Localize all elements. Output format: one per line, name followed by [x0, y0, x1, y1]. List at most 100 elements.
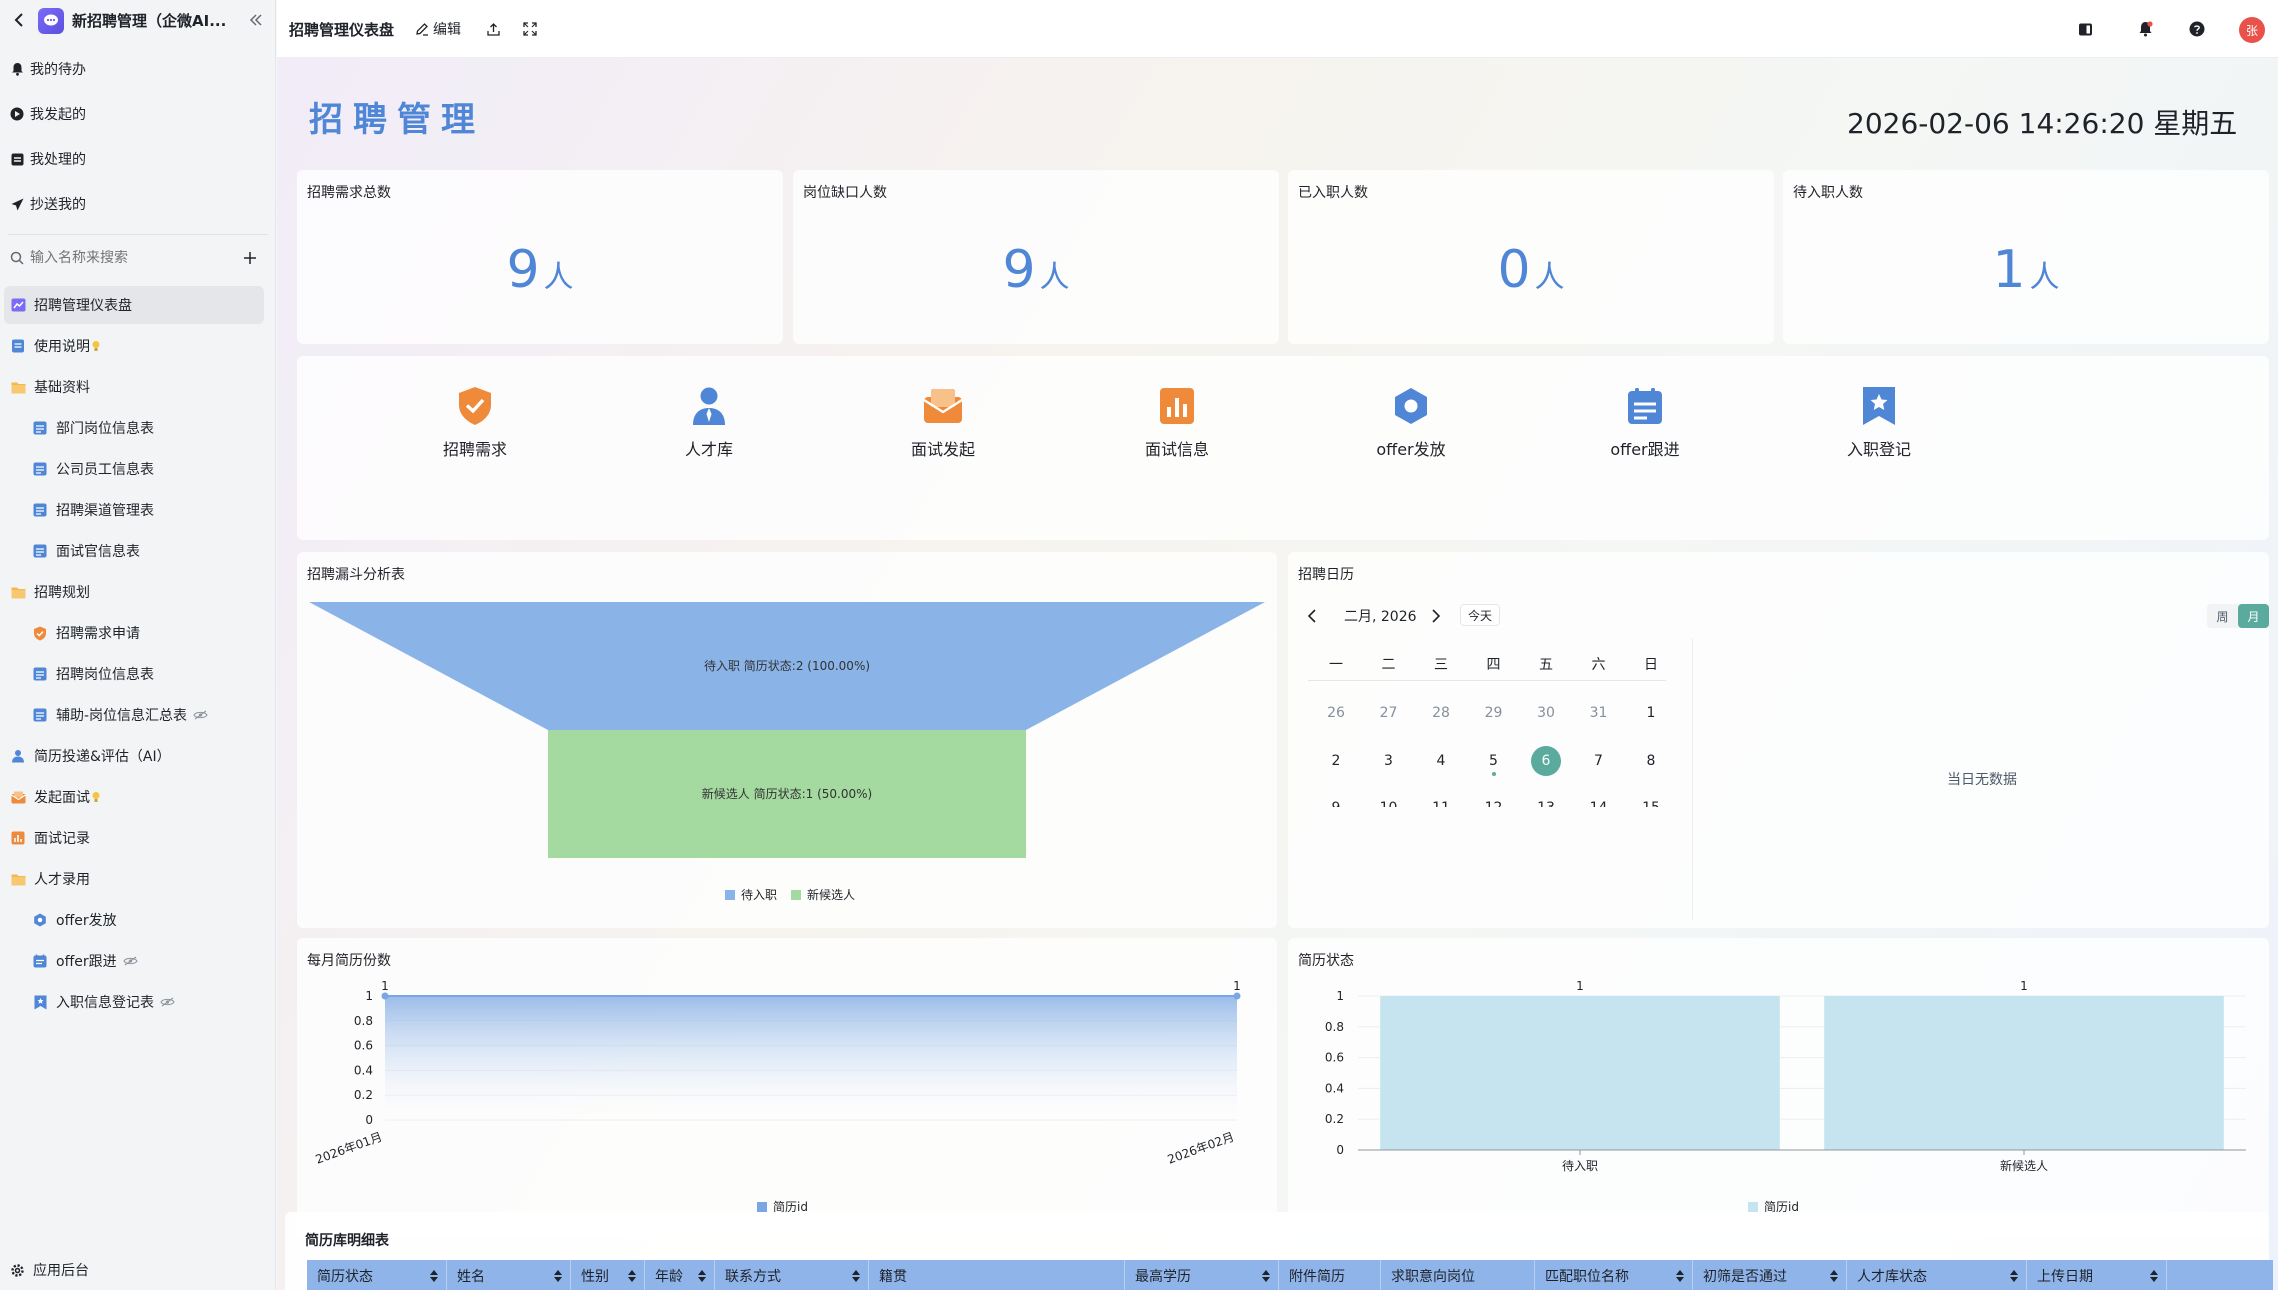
calendar-day[interactable]: 2 — [1310, 746, 1362, 776]
calendar-day[interactable]: 30 — [1520, 698, 1572, 728]
sidebar-item-onboarding-form[interactable]: 入职信息登记表 — [32, 983, 175, 1021]
search-input[interactable] — [30, 250, 230, 266]
table-column-header[interactable]: 上传日期 — [2027, 1260, 2167, 1290]
table-column-header[interactable]: 人才库状态 — [1847, 1260, 2027, 1290]
sort-icon[interactable] — [2010, 1270, 2018, 1282]
sort-icon[interactable] — [698, 1270, 706, 1282]
sidebar-item-label: 入职信息登记表 — [56, 995, 154, 1011]
sidebar-item-dashboard[interactable]: 招聘管理仪表盘 — [4, 286, 264, 324]
fullscreen-button[interactable] — [519, 18, 541, 40]
day-number: 7 — [1594, 752, 1603, 769]
sidebar-item-manual[interactable]: 使用说明 — [10, 327, 100, 365]
sidebar-item-requirement-request[interactable]: 招聘需求申请 — [32, 614, 140, 652]
table-column-header[interactable]: 最高学历 — [1125, 1260, 1279, 1290]
calendar-day[interactable]: 4 — [1415, 746, 1467, 776]
sidebar-divider — [8, 234, 268, 235]
sidebar-item-offer-followup[interactable]: offer跟进 — [32, 942, 138, 980]
search-icon — [10, 251, 24, 265]
quick-initiated-by-me[interactable]: 我发起的 — [0, 96, 276, 132]
shortcut-offer-issue[interactable]: offer发放 — [1341, 386, 1481, 466]
calendar-day[interactable]: 10 — [1363, 793, 1415, 807]
table-column-header[interactable]: 年龄 — [645, 1260, 715, 1290]
notifications-button[interactable] — [2134, 18, 2156, 40]
sidebar-item-positions[interactable]: 招聘岗位信息表 — [32, 655, 154, 693]
table-column-header[interactable]: 附件简历 — [1279, 1260, 1381, 1290]
quick-handled-by-me[interactable]: 我处理的 — [0, 141, 276, 177]
shortcut-label: 入职登记 — [1846, 440, 1911, 459]
calendar-day[interactable]: 13 — [1520, 793, 1572, 807]
app-admin-link[interactable]: 应用后台 — [0, 1252, 276, 1288]
calendar-day[interactable]: 1 — [1625, 698, 1672, 728]
sidebar-item-offer-issue[interactable]: offer发放 — [32, 901, 117, 939]
sort-icon[interactable] — [852, 1270, 860, 1282]
shortcut-requirements[interactable]: 招聘需求 — [405, 386, 545, 466]
funnel-legend: 待入职 新候选人 — [725, 886, 855, 903]
sort-icon[interactable] — [1830, 1270, 1838, 1282]
sidebar-item-dept-positions[interactable]: 部门岗位信息表 — [32, 409, 154, 447]
calendar-day[interactable]: 14 — [1573, 793, 1625, 807]
table-column-header[interactable]: 姓名 — [447, 1260, 571, 1290]
shortcut-interview-info[interactable]: 面试信息 — [1107, 386, 1247, 466]
paper-plane-icon — [10, 197, 24, 211]
help-button[interactable] — [2186, 18, 2208, 40]
help-icon — [2189, 21, 2205, 37]
table-column-header[interactable]: 求职意向岗位 — [1381, 1260, 1535, 1290]
quick-my-todo[interactable]: 我的待办 — [0, 51, 276, 87]
prev-month-button[interactable] — [1302, 606, 1322, 626]
sidebar-item-hiring[interactable]: 人才录用 — [10, 860, 90, 898]
calendar-day[interactable]: 29 — [1468, 698, 1520, 728]
calendar-day[interactable]: 9 — [1310, 793, 1362, 807]
layout-toggle-button[interactable] — [2074, 18, 2096, 40]
edit-button[interactable]: 编辑 — [415, 19, 461, 39]
week-view-button[interactable]: 周 — [2207, 604, 2238, 628]
column-label: 求职意向岗位 — [1391, 1269, 1475, 1285]
calendar-day[interactable]: 28 — [1415, 698, 1467, 728]
calendar-day[interactable]: 27 — [1363, 698, 1415, 728]
sidebar-item-resume-ai[interactable]: 简历投递&评估（AI） — [10, 737, 171, 775]
calendar-day[interactable]: 3 — [1363, 746, 1415, 776]
calendar-day[interactable]: 31 — [1573, 698, 1625, 728]
sidebar-item-interviewers[interactable]: 面试官信息表 — [32, 532, 140, 570]
sort-icon[interactable] — [628, 1270, 636, 1282]
sort-icon[interactable] — [2150, 1270, 2158, 1282]
next-month-button[interactable] — [1426, 606, 1446, 626]
sidebar-item-employees[interactable]: 公司员工信息表 — [32, 450, 154, 488]
today-button[interactable]: 今天 — [1460, 604, 1500, 626]
quick-cc-to-me[interactable]: 抄送我的 — [0, 186, 276, 222]
back-button[interactable] — [8, 9, 30, 31]
table-column-header[interactable]: 籍贯 — [869, 1260, 1125, 1290]
sidebar-item-interview-records[interactable]: 面试记录 — [10, 819, 90, 857]
calendar-day[interactable]: 26 — [1310, 698, 1362, 728]
share-button[interactable] — [482, 18, 504, 40]
calendar-day[interactable]: 7 — [1573, 746, 1625, 776]
shortcut-offer-followup[interactable]: offer跟进 — [1575, 386, 1715, 466]
sidebar-item-planning[interactable]: 招聘规划 — [10, 573, 90, 611]
table-column-header[interactable]: 联系方式 — [715, 1260, 869, 1290]
sort-icon[interactable] — [554, 1270, 562, 1282]
app-logo — [38, 8, 64, 34]
sidebar-item-basic-data[interactable]: 基础资料 — [10, 368, 90, 406]
sidebar-item-position-summary[interactable]: 辅助-岗位信息汇总表 — [32, 696, 208, 734]
table-column-header[interactable]: 初筛是否通过 — [1693, 1260, 1847, 1290]
table-column-header[interactable]: 匹配职位名称 — [1535, 1260, 1693, 1290]
calendar-day[interactable]: 8 — [1625, 746, 1672, 776]
calendar-day[interactable]: 15 — [1625, 793, 1672, 807]
sort-icon[interactable] — [430, 1270, 438, 1282]
sort-icon[interactable] — [1676, 1270, 1684, 1282]
month-view-button[interactable]: 月 — [2238, 604, 2269, 628]
collapse-sidebar-button[interactable] — [246, 10, 266, 30]
shortcut-talent-pool[interactable]: 人才库 — [639, 386, 779, 466]
sidebar-item-start-interview[interactable]: 发起面试 — [10, 778, 100, 816]
table-column-header[interactable]: 简历状态 — [307, 1260, 447, 1290]
calendar-day[interactable]: 11 — [1415, 793, 1467, 807]
bar-chart-icon — [1157, 386, 1197, 426]
calendar-day-today[interactable]: 6 — [1520, 745, 1572, 776]
shortcut-start-interview[interactable]: 面试发起 — [873, 386, 1013, 466]
sort-icon[interactable] — [1262, 1270, 1270, 1282]
sidebar-item-channels[interactable]: 招聘渠道管理表 — [32, 491, 154, 529]
table-column-header[interactable]: 性别 — [571, 1260, 645, 1290]
avatar[interactable]: 张 — [2239, 17, 2265, 43]
calendar-day[interactable]: 12 — [1468, 793, 1520, 807]
add-item-button[interactable] — [238, 246, 262, 270]
shortcut-onboarding[interactable]: 入职登记 — [1809, 386, 1949, 466]
